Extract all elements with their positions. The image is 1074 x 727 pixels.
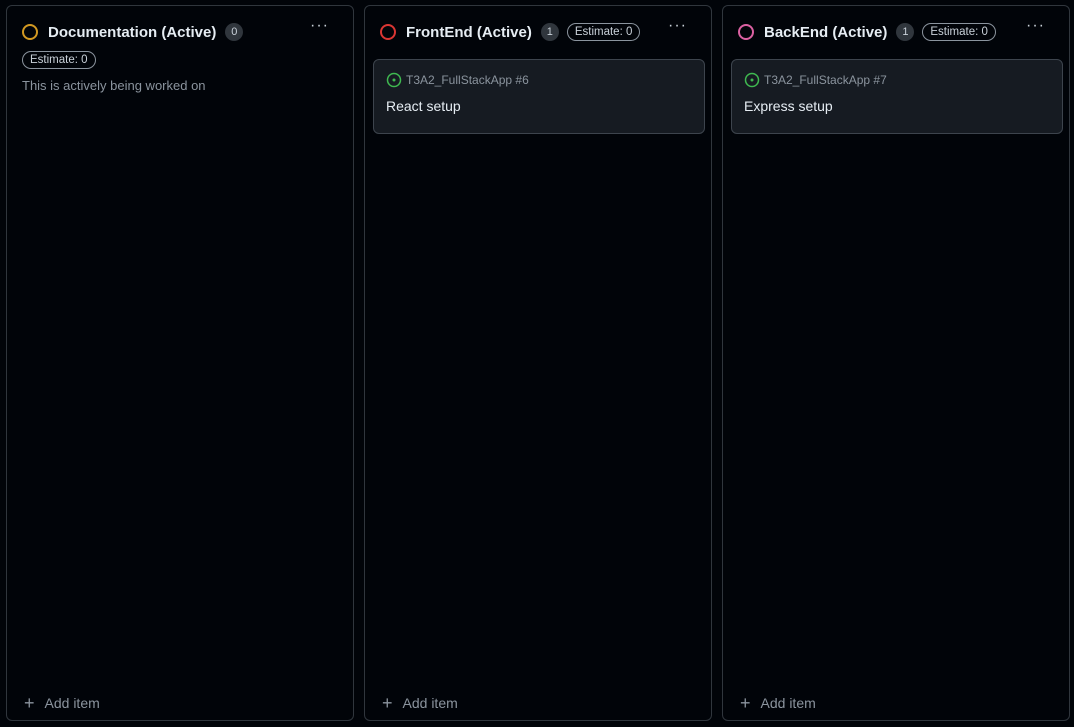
issue-reference-link[interactable]: T3A2_FullStackApp #7 bbox=[764, 73, 887, 87]
ellipsis-icon: ··· bbox=[310, 17, 329, 34]
card-title[interactable]: React setup bbox=[386, 98, 461, 114]
plus-icon: + bbox=[740, 693, 751, 713]
column-description: This is actively being worked on bbox=[22, 78, 206, 93]
project-board: Documentation (Active) 0 ··· Estimate: 0… bbox=[0, 0, 1074, 727]
card-meta: T3A2_FullStackApp #7 bbox=[744, 72, 887, 88]
issue-reference-link[interactable]: T3A2_FullStackApp #6 bbox=[406, 73, 529, 87]
estimate-badge: Estimate: 0 bbox=[22, 51, 96, 69]
add-item-label: Add item bbox=[44, 695, 100, 711]
item-count-badge: 0 bbox=[225, 23, 244, 41]
item-count-badge: 1 bbox=[896, 23, 915, 41]
ellipsis-icon: ··· bbox=[1026, 17, 1045, 34]
issue-card[interactable]: T3A2_FullStackApp #6 React setup bbox=[373, 59, 705, 134]
column-header: FrontEnd (Active) 1 Estimate: 0 bbox=[380, 22, 641, 42]
issue-card[interactable]: T3A2_FullStackApp #7 Express setup bbox=[731, 59, 1063, 134]
column-documentation: Documentation (Active) 0 ··· Estimate: 0… bbox=[6, 5, 354, 721]
ellipsis-icon: ··· bbox=[668, 17, 687, 34]
add-item-button[interactable]: + Add item bbox=[24, 693, 100, 713]
add-item-label: Add item bbox=[760, 695, 816, 711]
estimate-badge: Estimate: 0 bbox=[566, 23, 641, 41]
column-menu-button[interactable]: ··· bbox=[1026, 18, 1045, 34]
plus-icon: + bbox=[24, 693, 35, 713]
item-count-badge: 1 bbox=[540, 23, 559, 41]
plus-icon: + bbox=[382, 693, 393, 713]
issue-open-icon bbox=[386, 72, 402, 88]
column-header: BackEnd (Active) 1 Estimate: 0 bbox=[738, 22, 996, 42]
status-circle-icon bbox=[380, 24, 396, 40]
column-title: BackEnd (Active) bbox=[764, 23, 888, 41]
card-meta: T3A2_FullStackApp #6 bbox=[386, 72, 529, 88]
estimate-badge: Estimate: 0 bbox=[922, 23, 996, 41]
column-backend: BackEnd (Active) 1 Estimate: 0 ··· T3A2_… bbox=[722, 5, 1070, 721]
column-header: Documentation (Active) 0 bbox=[22, 22, 244, 42]
column-menu-button[interactable]: ··· bbox=[310, 18, 329, 34]
column-title: FrontEnd (Active) bbox=[406, 23, 532, 41]
add-item-label: Add item bbox=[402, 695, 458, 711]
status-circle-icon bbox=[22, 24, 38, 40]
add-item-button[interactable]: + Add item bbox=[382, 693, 458, 713]
column-frontend: FrontEnd (Active) 1 Estimate: 0 ··· T3A2… bbox=[364, 5, 712, 721]
status-circle-icon bbox=[738, 24, 754, 40]
card-title[interactable]: Express setup bbox=[744, 98, 833, 114]
add-item-button[interactable]: + Add item bbox=[740, 693, 816, 713]
issue-open-icon bbox=[744, 72, 760, 88]
column-menu-button[interactable]: ··· bbox=[668, 18, 687, 34]
column-title: Documentation (Active) bbox=[48, 23, 217, 41]
